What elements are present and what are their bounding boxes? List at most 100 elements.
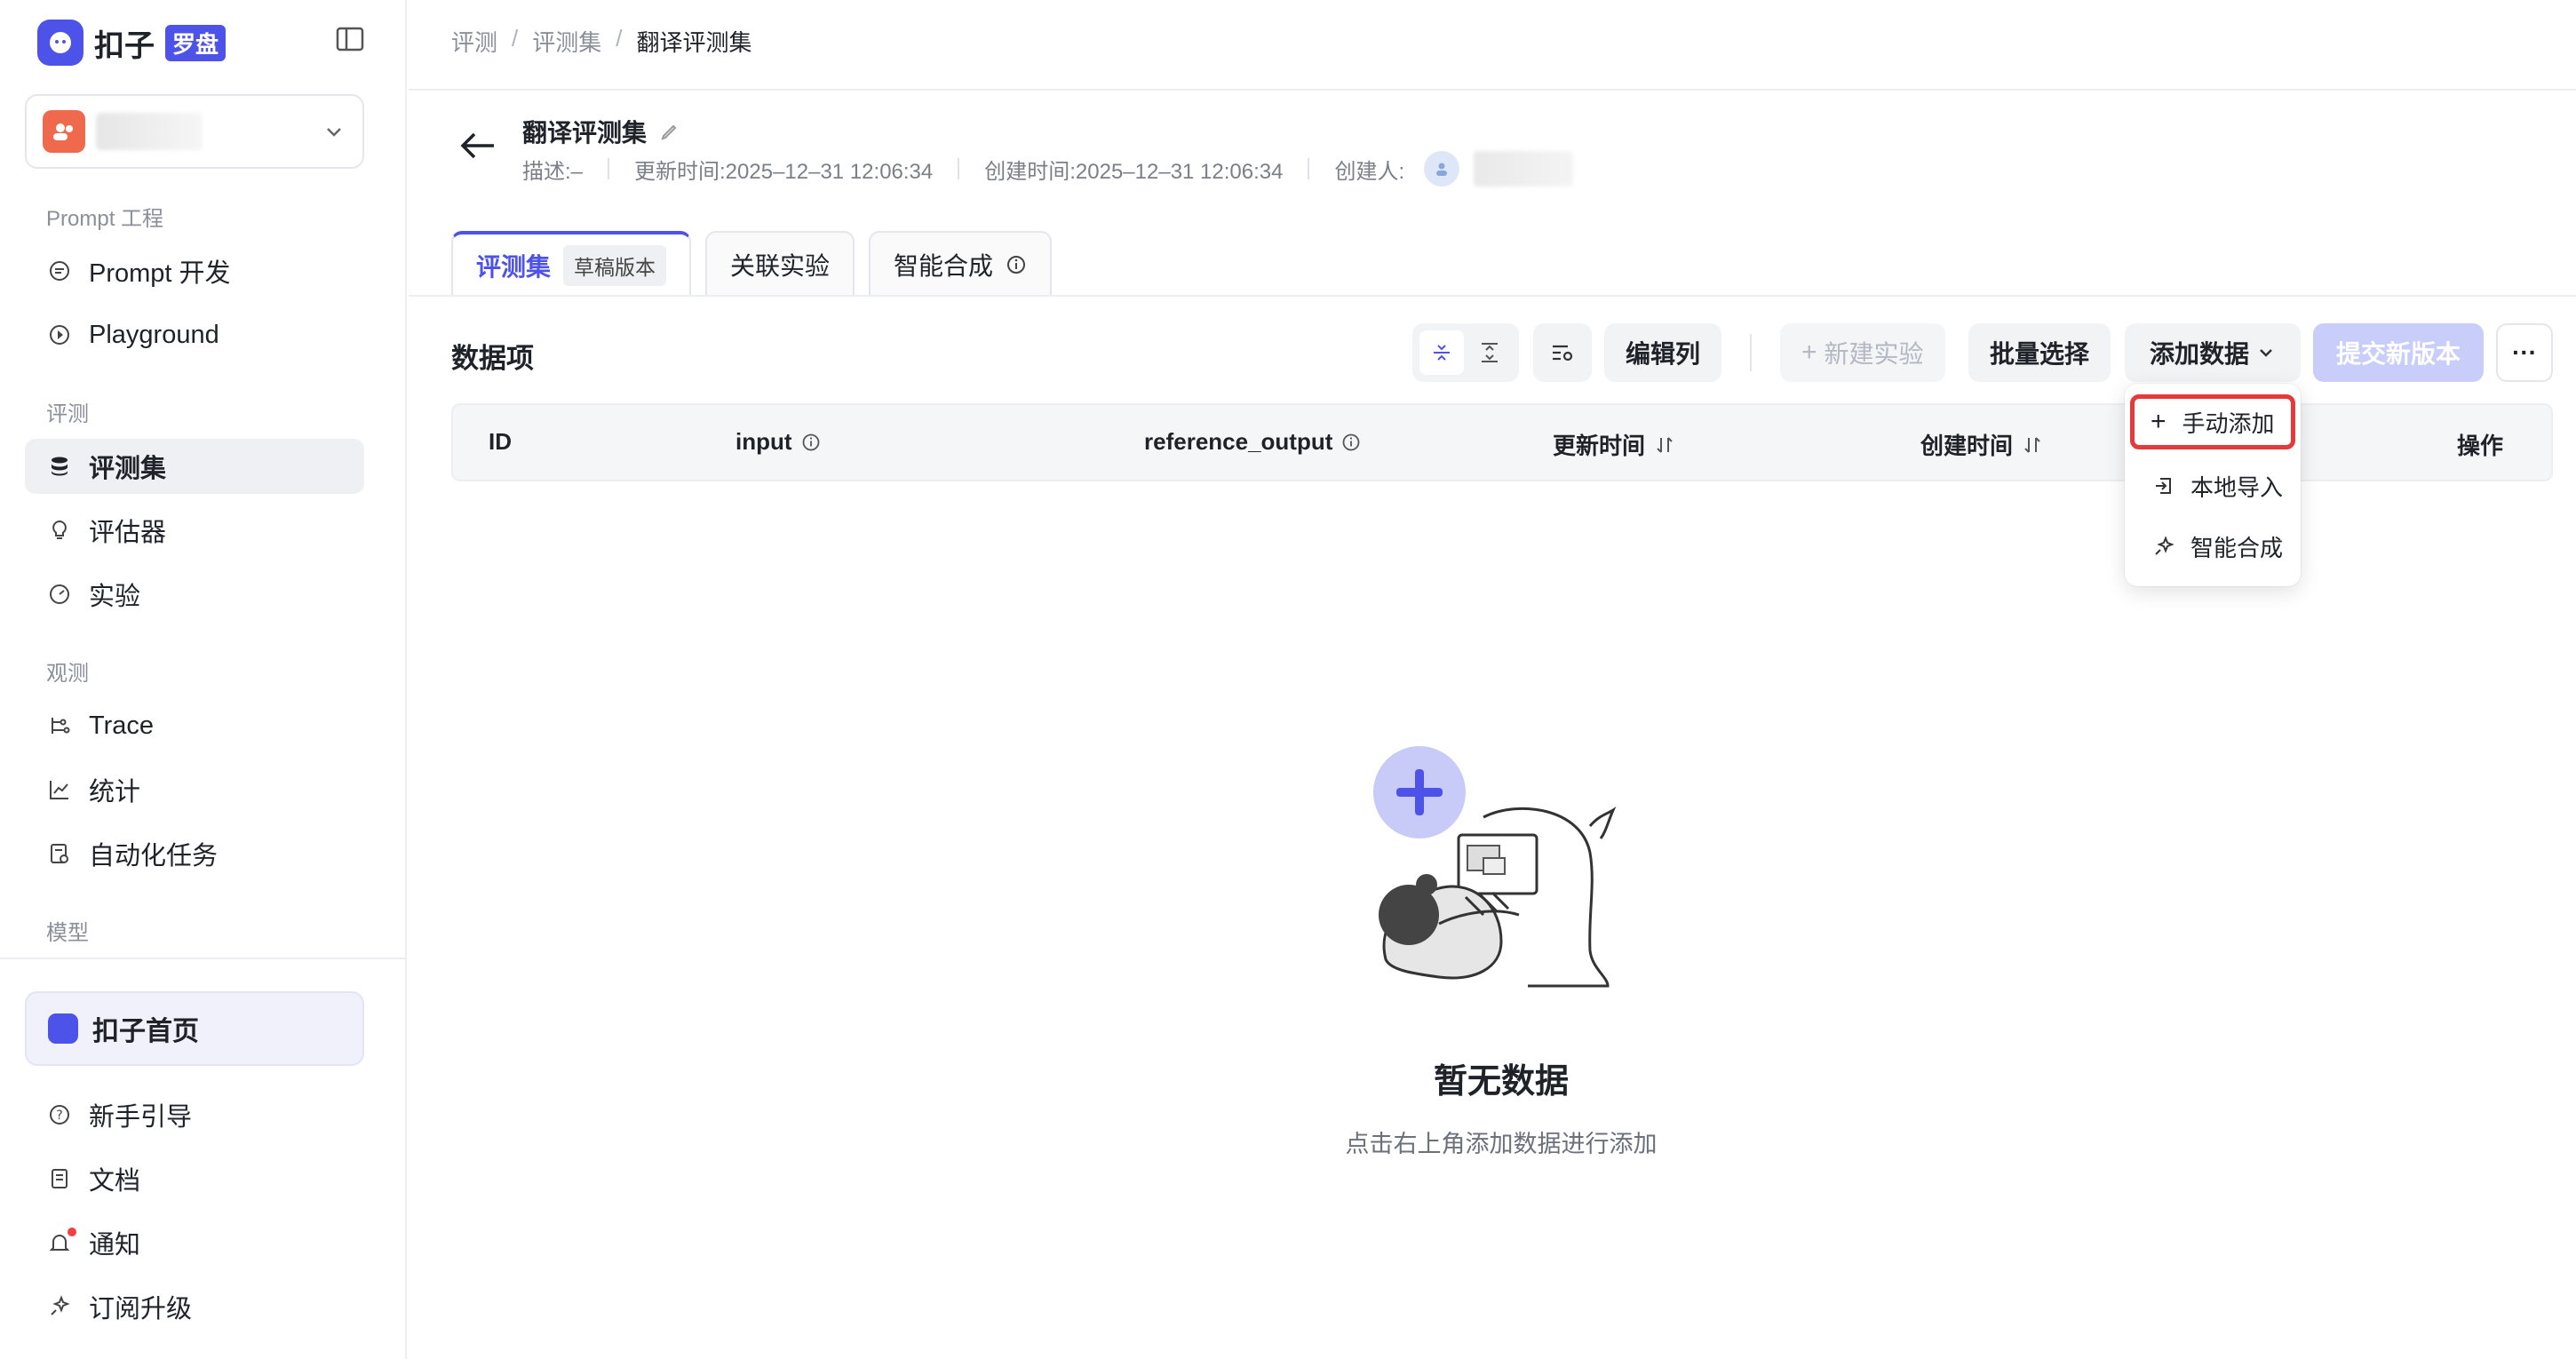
sidebar-item-prompt-dev[interactable]: Prompt 开发 <box>25 243 364 298</box>
brand-logo[interactable]: 扣子 罗盘 <box>37 20 227 66</box>
workspace-name-blurred <box>96 113 203 150</box>
back-arrow-icon[interactable] <box>458 130 499 165</box>
column-settings-button[interactable] <box>1533 323 1592 382</box>
add-data-button[interactable]: 添加数据 <box>2125 323 2301 382</box>
sidebar-item-label: 订阅升级 <box>89 1295 193 1323</box>
tab-label: 智能合成 <box>894 252 994 280</box>
sidebar-item-label: 通知 <box>89 1231 141 1260</box>
sort-icon[interactable] <box>2022 434 2043 456</box>
notify-dot <box>68 1228 76 1236</box>
creator-avatar <box>1424 151 1460 187</box>
breadcrumb-item[interactable]: 评测 <box>451 25 497 58</box>
menu-item-manual-add[interactable]: + 手动添加 <box>2130 394 2295 449</box>
svg-text:?: ? <box>56 1109 62 1123</box>
tab-smart-synthesis[interactable]: 智能合成 <box>869 231 1053 297</box>
sidebar-item-upgrade[interactable]: 订阅升级 <box>25 1279 364 1334</box>
edit-columns-button[interactable]: 编辑列 <box>1604 323 1722 382</box>
sidebar-item-notify[interactable]: 通知 <box>25 1215 364 1270</box>
tab-label: 评测集 <box>476 253 552 281</box>
sidebar-item-label: Trace <box>89 711 155 740</box>
dataset-updated: 更新时间:2025–12–31 12:06:34 <box>634 159 934 184</box>
task-icon <box>46 840 73 867</box>
sidebar-item-stats[interactable]: 统计 <box>25 762 364 817</box>
dataset-created: 创建时间:2025–12–31 12:06:34 <box>984 159 1284 184</box>
menu-item-local-import[interactable]: 本地导入 <box>2134 458 2292 513</box>
tab-label: 关联实验 <box>730 252 831 280</box>
row-density-toggle <box>1412 323 1519 382</box>
column-title: 操作 <box>2457 433 2504 459</box>
info-icon[interactable] <box>801 433 821 452</box>
logo-mark-icon <box>37 20 83 66</box>
home-label: 扣子首页 <box>92 1017 199 1046</box>
column-header-created: 创建时间 <box>1920 428 2043 461</box>
column-settings-icon <box>1553 345 1573 362</box>
sidebar-item-experiment[interactable]: 实验 <box>25 567 364 622</box>
play-icon <box>46 322 73 348</box>
menu-item-label: 智能合成 <box>2190 534 2284 561</box>
bell-icon <box>46 1228 76 1256</box>
column-title: 创建时间 <box>1920 433 2014 459</box>
dataset-tabs: 评测集 草稿版本 关联实验 智能合成 <box>451 231 1053 297</box>
breadcrumb-separator: / <box>616 25 623 52</box>
expand-rows-icon[interactable] <box>1467 330 1512 375</box>
meta-separator <box>608 158 610 179</box>
sidebar-item-playground[interactable]: Playground <box>25 307 364 362</box>
section-label-eval: 评测 <box>46 402 89 426</box>
sparkle-icon <box>2155 536 2174 555</box>
info-icon[interactable] <box>1341 433 1361 452</box>
workspace-select[interactable] <box>25 94 364 169</box>
coze-home-button[interactable]: 扣子首页 <box>25 991 364 1066</box>
draft-version-badge: 草稿版本 <box>563 245 667 286</box>
toolbar-right: + 新建实验 <box>1780 323 1945 382</box>
info-icon <box>1007 256 1026 274</box>
chat-icon <box>46 258 73 284</box>
toolbar-more: ··· <box>2496 323 2553 382</box>
sidebar-item-evaluator[interactable]: 评估器 <box>25 503 364 558</box>
breadcrumb-current: 翻译评测集 <box>636 29 752 56</box>
brand-name: 扣子 <box>94 28 155 63</box>
chevron-down-icon <box>327 128 341 137</box>
tab-related-experiments[interactable]: 关联实验 <box>705 231 855 297</box>
trace-icon <box>46 712 73 739</box>
more-button[interactable]: ··· <box>2496 323 2553 382</box>
sidebar-item-eval-set[interactable]: 评测集 <box>25 439 364 494</box>
dataset-title-row: 翻译评测集 <box>522 114 680 149</box>
breadcrumb-item[interactable]: 评测集 <box>532 25 601 58</box>
sidebar-divider <box>0 958 407 959</box>
brand-badge: 罗盘 <box>165 24 227 61</box>
compact-rows-icon[interactable] <box>1419 330 1464 375</box>
column-header-input: input <box>735 428 821 456</box>
sidebar-item-label: 新手引导 <box>89 1103 193 1132</box>
sort-icon[interactable] <box>1654 434 1675 456</box>
sidebar-item-docs[interactable]: 文档 <box>25 1151 364 1206</box>
bulb-icon <box>46 517 73 544</box>
creator-name-blurred <box>1474 151 1574 187</box>
batch-select-button[interactable]: 批量选择 <box>1968 323 2111 382</box>
menu-item-label: 手动添加 <box>2182 409 2275 437</box>
breadcrumb: 评测 / 评测集 / 翻译评测集 <box>451 25 752 58</box>
menu-item-smart-synthesis[interactable]: 智能合成 <box>2134 519 2292 574</box>
edit-pencil-icon[interactable] <box>659 121 680 142</box>
sidebar-collapse-icon[interactable] <box>336 27 366 53</box>
menu-item-label: 本地导入 <box>2190 473 2284 501</box>
column-header-reference-output: reference_output <box>1144 428 1361 456</box>
creator-label: 创建人: <box>1334 159 1405 184</box>
chevron-down-icon <box>2260 349 2272 357</box>
tab-eval-set[interactable]: 评测集 草稿版本 <box>451 231 692 297</box>
sidebar-item-guide[interactable]: ? 新手引导 <box>25 1087 364 1142</box>
app-root: 扣子 罗盘 Prompt 工程 Prompt 开发 Playground 评测 … <box>0 0 2576 1359</box>
chart-icon <box>46 776 73 803</box>
column-title: ID <box>489 428 512 455</box>
new-experiment-button[interactable]: + 新建实验 <box>1780 323 1945 382</box>
sidebar-item-label: 统计 <box>89 778 141 807</box>
submit-version-button[interactable]: 提交新版本 <box>2313 323 2484 382</box>
sidebar-item-automation[interactable]: 自动化任务 <box>25 826 364 881</box>
section-label-prompt: Prompt 工程 <box>46 207 164 231</box>
doc-icon <box>46 1165 73 1192</box>
sidebar-item-label: Playground <box>89 320 219 349</box>
plus-icon: + <box>1801 338 1817 367</box>
meta-separator <box>958 158 960 179</box>
column-title: 更新时间 <box>1553 433 1646 459</box>
meta-separator <box>1308 158 1310 179</box>
sidebar-item-trace[interactable]: Trace <box>25 698 364 753</box>
